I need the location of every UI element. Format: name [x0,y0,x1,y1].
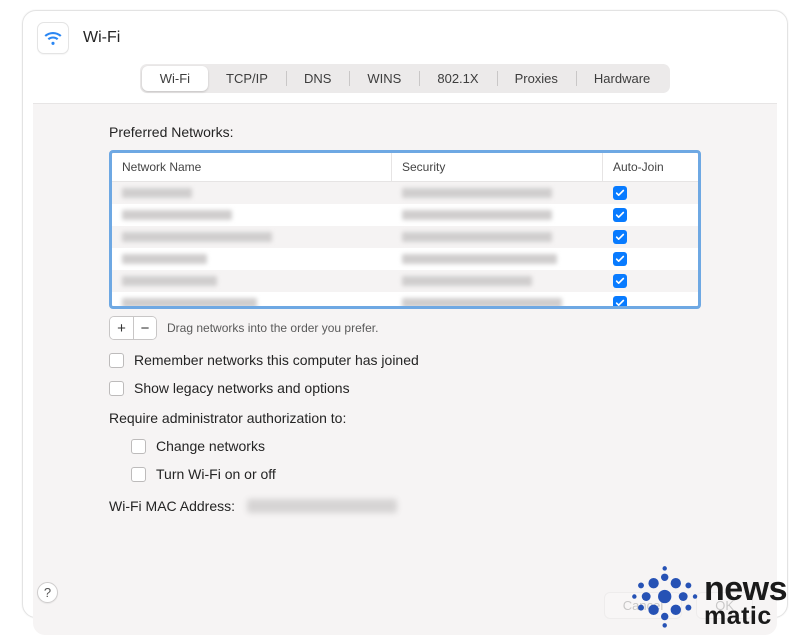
table-body[interactable] [112,182,698,306]
table-row[interactable] [112,248,698,270]
turn-wifi-checkbox[interactable] [131,467,146,482]
preferred-networks-label: Preferred Networks: [109,124,701,140]
tabbar: Wi-FiTCP/IPDNSWINS802.1XProxiesHardware [23,64,787,93]
cell-security [392,270,603,292]
cell-network-name [112,204,392,226]
require-admin-label: Require administrator authorization to: [109,410,701,426]
auto-join-checkbox[interactable] [613,296,627,306]
window-title: Wi-Fi [83,29,120,47]
cell-network-name [112,270,392,292]
help-button[interactable]: ? [37,582,58,603]
col-auto-join[interactable]: Auto-Join [603,153,698,182]
remember-networks-option[interactable]: Remember networks this computer has join… [109,352,701,368]
add-remove-group: + − [109,316,157,340]
add-network-button[interactable]: + [110,317,133,339]
remove-network-button[interactable]: − [133,317,156,339]
auto-join-checkbox[interactable] [613,186,627,200]
cell-network-name [112,182,392,204]
cell-auto-join [603,226,698,248]
panel: Preferred Networks: Network Name Securit… [33,103,777,635]
tab-wins[interactable]: WINS [349,66,419,91]
cell-security [392,182,603,204]
auto-join-checkbox[interactable] [613,274,627,288]
col-network-name[interactable]: Network Name [112,153,392,182]
table-row[interactable] [112,226,698,248]
remember-networks-label: Remember networks this computer has join… [134,352,419,368]
tab-tcpip[interactable]: TCP/IP [208,66,286,91]
turn-wifi-label: Turn Wi-Fi on or off [156,466,276,482]
cell-auto-join [603,204,698,226]
legacy-networks-option[interactable]: Show legacy networks and options [109,380,701,396]
watermark-logo: news matic [624,561,787,635]
wifi-advanced-window: Wi-Fi Wi-FiTCP/IPDNSWINS802.1XProxiesHar… [22,10,788,618]
add-remove-bar: + − Drag networks into the order you pre… [109,316,701,340]
preferred-networks-table[interactable]: Network Name Security Auto-Join [109,150,701,309]
tab-dns[interactable]: DNS [286,66,349,91]
auto-join-checkbox[interactable] [613,230,627,244]
turn-wifi-option[interactable]: Turn Wi-Fi on or off [131,466,701,482]
change-networks-label: Change networks [156,438,265,454]
cell-auto-join [603,182,698,204]
tab-8021x[interactable]: 802.1X [419,66,496,91]
cell-auto-join [603,270,698,292]
cell-security [392,248,603,270]
change-networks-option[interactable]: Change networks [131,438,701,454]
cell-network-name [112,248,392,270]
cell-network-name [112,226,392,248]
remember-networks-checkbox[interactable] [109,353,124,368]
change-networks-checkbox[interactable] [131,439,146,454]
legacy-networks-checkbox[interactable] [109,381,124,396]
tab-proxies[interactable]: Proxies [497,66,576,91]
legacy-networks-label: Show legacy networks and options [134,380,350,396]
col-security[interactable]: Security [392,153,603,182]
cell-security [392,292,603,306]
tab-hardware[interactable]: Hardware [576,66,668,91]
mac-address-row: Wi-Fi MAC Address: [109,498,701,514]
wifi-icon [37,22,69,54]
auto-join-checkbox[interactable] [613,252,627,266]
mac-address-value-blurred [247,499,397,513]
tab-wifi[interactable]: Wi-Fi [142,66,208,91]
auto-join-checkbox[interactable] [613,208,627,222]
cell-auto-join [603,248,698,270]
cell-network-name [112,292,392,306]
cell-auto-join [603,292,698,306]
table-row[interactable] [112,292,698,306]
watermark-text: news matic [704,570,787,626]
titlebar: Wi-Fi [23,11,787,58]
mac-address-label: Wi-Fi MAC Address: [109,498,235,514]
watermark-icon [624,561,698,635]
drag-hint: Drag networks into the order you prefer. [167,321,378,335]
table-row[interactable] [112,182,698,204]
table-header: Network Name Security Auto-Join [112,153,698,182]
table-row[interactable] [112,204,698,226]
cell-security [392,226,603,248]
cell-security [392,204,603,226]
table-row[interactable] [112,270,698,292]
